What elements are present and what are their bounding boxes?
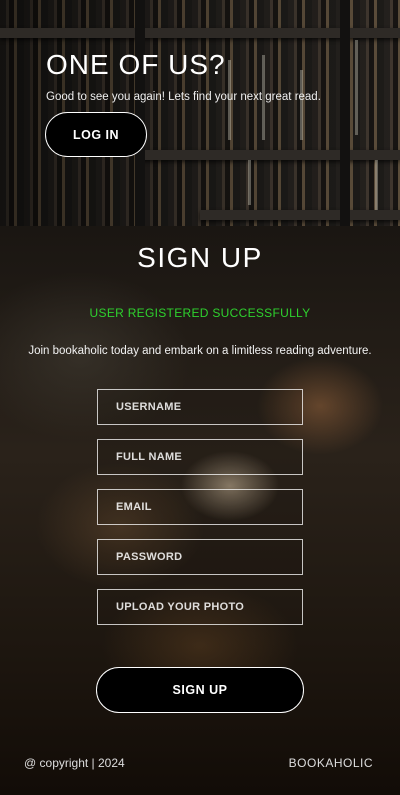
login-button[interactable]: LOG IN [45, 112, 147, 157]
book-decoration [355, 40, 358, 135]
shelf-decoration [135, 0, 145, 226]
intro-text: Join bookaholic today and embark on a li… [28, 345, 372, 357]
fullname-input[interactable] [97, 439, 303, 475]
signup-section: SIGN UP USER REGISTERED SUCCESSFULLY Joi… [0, 226, 400, 795]
copyright-text: @ copyright | 2024 [24, 756, 125, 770]
book-decoration [248, 160, 251, 205]
hero-subtitle: Good to see you again! Lets find your ne… [46, 91, 321, 103]
shelf-decoration [140, 150, 400, 160]
password-input[interactable] [97, 539, 303, 575]
book-decoration [300, 70, 303, 140]
book-decoration [375, 160, 378, 210]
hero-title: ONE OF US? [46, 49, 226, 80]
photo-upload-field[interactable]: UPLOAD YOUR PHOTO [97, 589, 303, 625]
email-input[interactable] [97, 489, 303, 525]
status-message: USER REGISTERED SUCCESSFULLY [89, 306, 311, 320]
brand-name: BOOKAHOLIC [288, 756, 373, 770]
signup-title: SIGN UP [137, 242, 263, 273]
shelf-decoration [340, 0, 350, 226]
username-input[interactable] [97, 389, 303, 425]
hero-section: ONE OF US? Good to see you again! Lets f… [0, 0, 400, 226]
signup-button[interactable]: SIGN UP [96, 667, 304, 713]
shelf-decoration [200, 210, 400, 220]
